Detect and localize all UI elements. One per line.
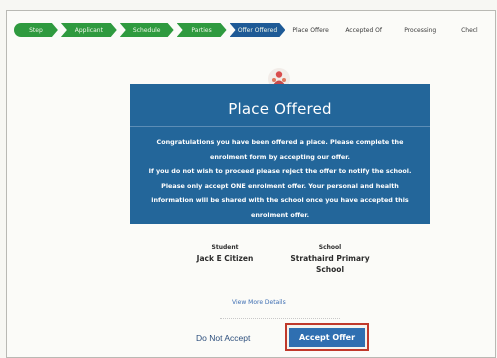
step-3[interactable]: Schedule: [120, 23, 174, 37]
step-4[interactable]: Parties: [177, 23, 227, 37]
offer-details: Student Jack E Citizen School Strathaird…: [190, 244, 390, 284]
do-not-accept-button[interactable]: Do Not Accept: [196, 333, 250, 343]
step-2[interactable]: Applicant: [61, 23, 117, 37]
step-5-current[interactable]: Offer Offered: [230, 23, 286, 37]
divider: [220, 318, 340, 319]
step-8: Processing: [404, 26, 437, 34]
school-name: Strathaird Primary School: [290, 254, 370, 274]
step-1[interactable]: Step: [14, 23, 58, 37]
student-column: Student Jack E Citizen: [190, 244, 260, 264]
student-label: Student: [211, 244, 239, 251]
accept-offer-button[interactable]: Accept Offer: [288, 327, 366, 347]
school-label: School: [318, 244, 342, 251]
school-column: School Strathaird Primary School: [282, 244, 378, 275]
step-7: Accepted Of: [345, 26, 383, 34]
accept-offer-highlight: Accept Offer: [285, 323, 369, 351]
student-name: Jack E Citizen: [196, 254, 254, 263]
step-6: Place Offere: [292, 26, 329, 34]
progress-stepper: Step Applicant Schedule Parties Offer Of…: [14, 22, 494, 38]
panel-text-1: Congratulations you have been offered a …: [156, 138, 404, 161]
view-more-details-link[interactable]: View More Details: [232, 299, 286, 306]
panel-text-3: Please only accept ONE enrolment offer. …: [151, 181, 409, 219]
panel-text-2: If you do not wish to proceed please rej…: [148, 167, 412, 175]
panel-title: Place Offered: [228, 100, 332, 118]
offer-panel: Place Offered Congratulations you have b…: [130, 84, 430, 224]
step-9: Checl: [461, 26, 478, 34]
panel-divider: [130, 126, 430, 127]
